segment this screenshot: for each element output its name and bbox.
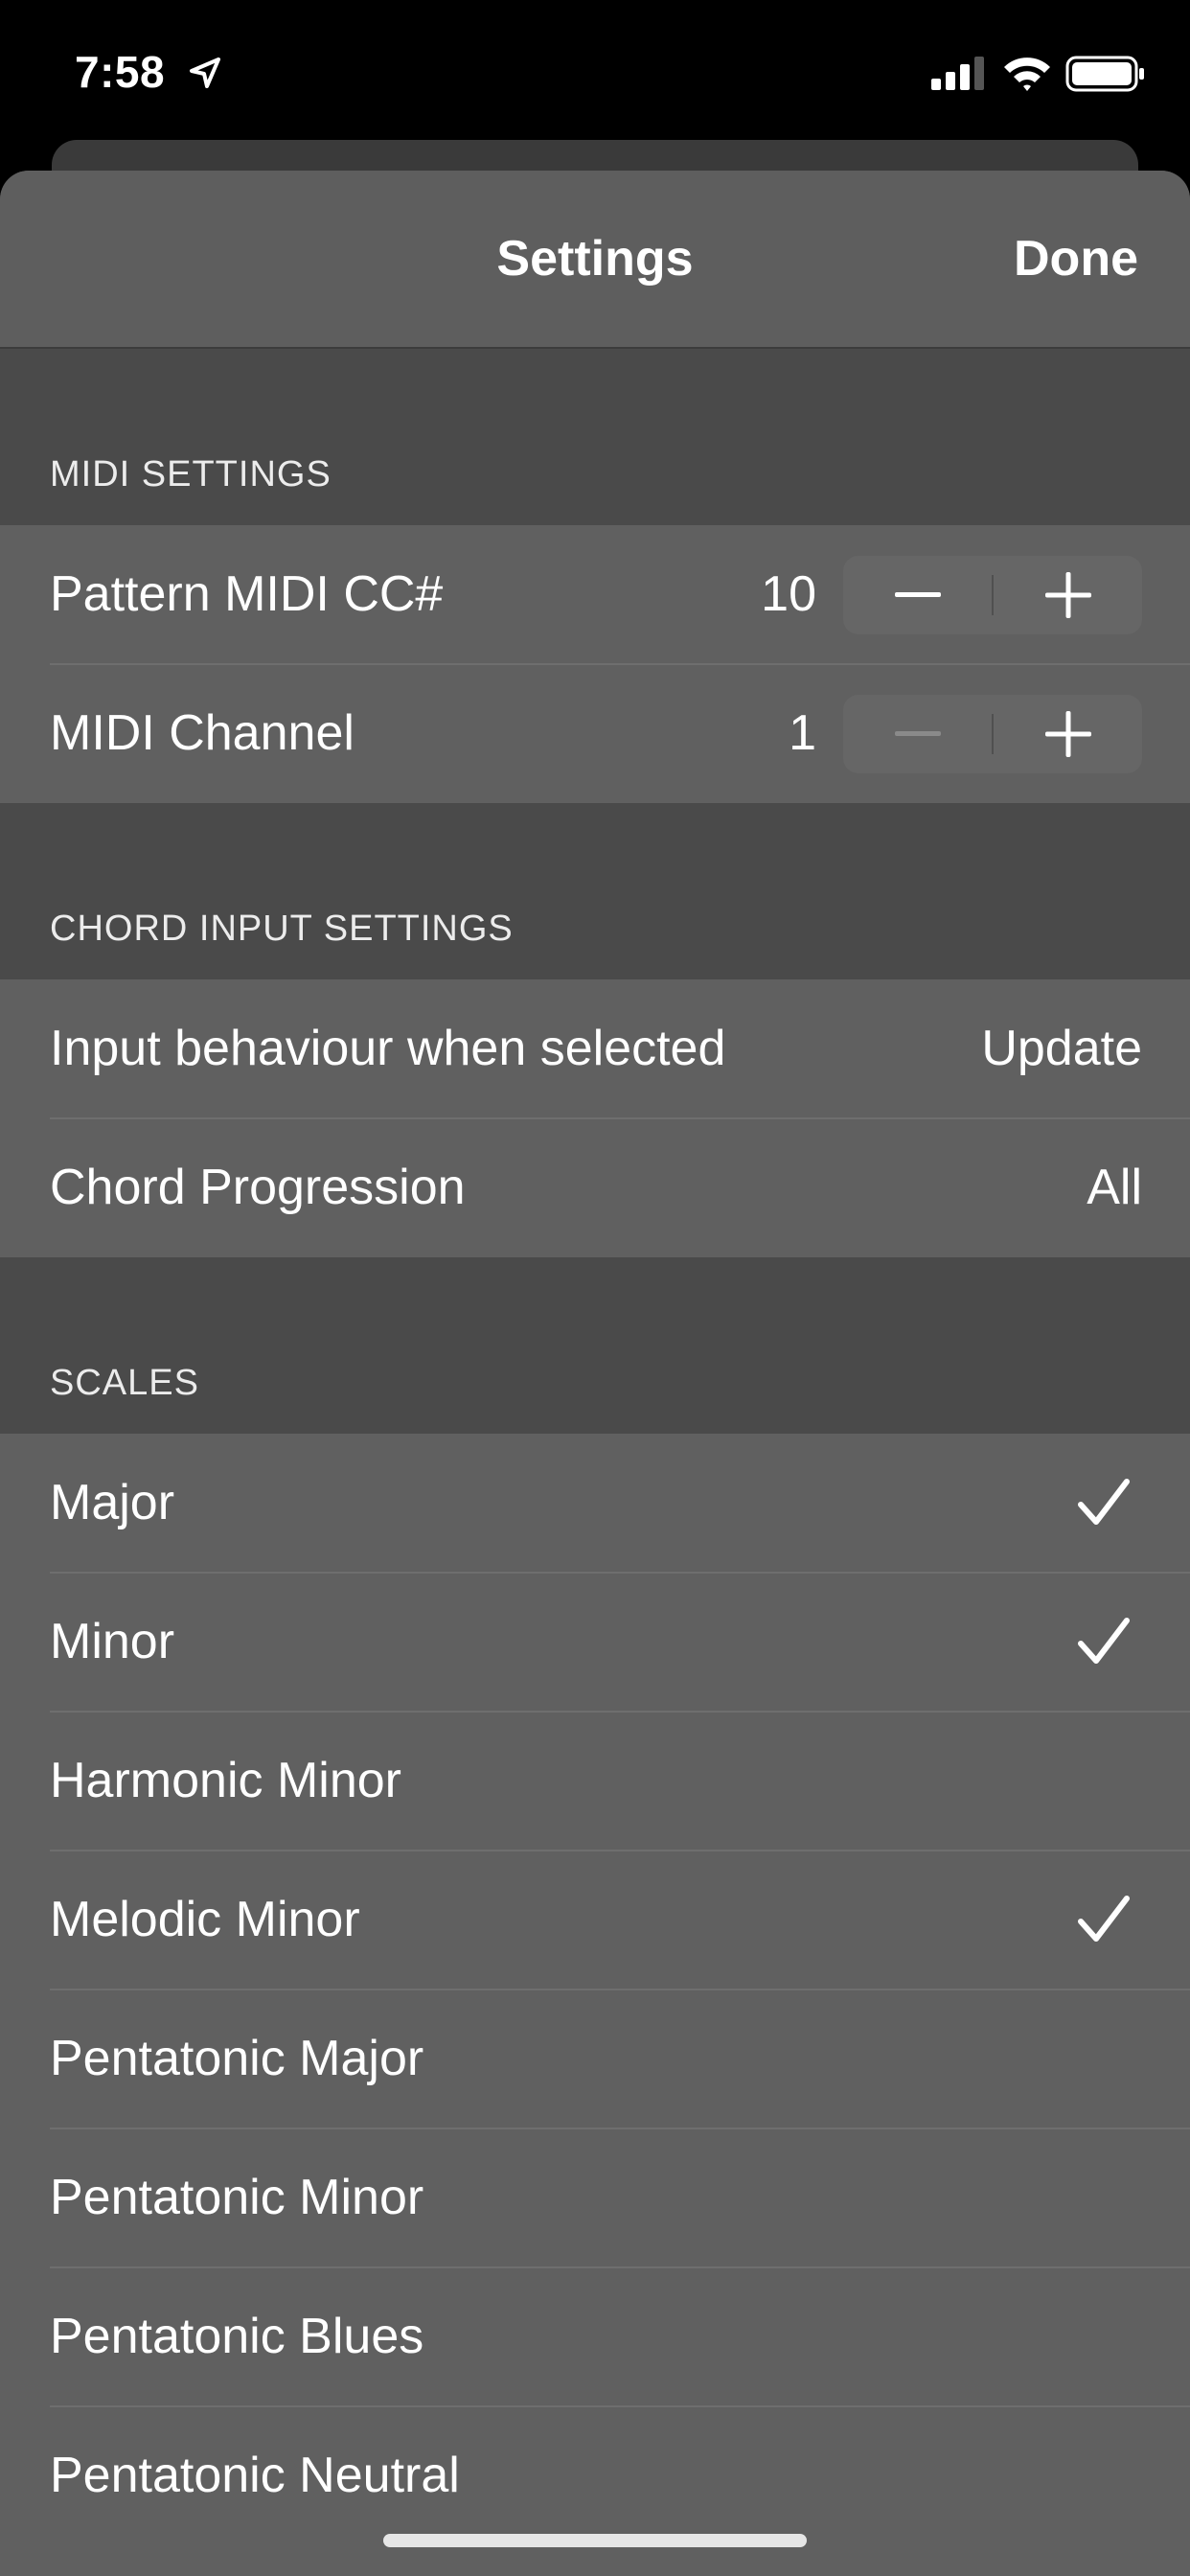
- minus-icon: [894, 592, 941, 597]
- section-header-midi: MIDI SETTINGS: [50, 454, 332, 494]
- status-time: 7:58: [75, 47, 166, 97]
- scale-label: Major: [50, 1475, 175, 1530]
- midi-channel-value: 1: [789, 705, 816, 761]
- chord-progression-value: All: [1087, 1160, 1142, 1215]
- input-behaviour-value: Update: [981, 1021, 1142, 1076]
- scale-item-pentatonic-minor[interactable]: Pentatonic Minor: [0, 2128, 1190, 2267]
- nav-bar: Settings Done: [0, 171, 1190, 349]
- plus-icon: [1044, 572, 1091, 618]
- input-behaviour-label: Input behaviour when selected: [50, 1021, 726, 1076]
- section-header-chord-input: CHORD INPUT SETTINGS: [50, 908, 514, 949]
- midi-settings-group: Pattern MIDI CC# 10 MIDI Channel 1: [0, 525, 1190, 803]
- status-bar: 7:58: [0, 0, 1190, 144]
- midi-channel-stepper: [843, 695, 1142, 773]
- chord-progression-row[interactable]: Chord Progression All: [0, 1118, 1190, 1257]
- settings-sheet: Settings Done MIDI SETTINGS Pattern MIDI…: [0, 171, 1190, 2576]
- minus-icon: [894, 731, 941, 736]
- chord-input-settings-group: Input behaviour when selected Update Cho…: [0, 979, 1190, 1257]
- page-title: Settings: [496, 231, 694, 287]
- decrement-button-disabled[interactable]: [843, 695, 992, 773]
- scale-item-pentatonic-neutral[interactable]: Pentatonic Neutral: [0, 2406, 1190, 2545]
- plus-icon: [1044, 711, 1091, 757]
- pattern-midi-cc-label: Pattern MIDI CC#: [50, 566, 444, 622]
- scale-label: Pentatonic Minor: [50, 2170, 424, 2225]
- input-behaviour-row[interactable]: Input behaviour when selected Update: [0, 979, 1190, 1118]
- decrement-button[interactable]: [843, 556, 992, 634]
- cellular-signal-icon: [931, 57, 984, 90]
- section-header-scales: SCALES: [50, 1363, 199, 1403]
- scale-item-harmonic-minor[interactable]: Harmonic Minor: [0, 1712, 1190, 1851]
- wifi-icon: [1004, 58, 1050, 91]
- midi-channel-label: MIDI Channel: [50, 705, 355, 761]
- checkmark-icon: [1078, 1618, 1130, 1664]
- increment-button[interactable]: [994, 556, 1142, 634]
- pattern-midi-cc-row: Pattern MIDI CC# 10: [0, 525, 1190, 664]
- checkmark-icon: [1078, 1896, 1130, 1942]
- checkmark-icon: [1078, 1479, 1130, 1525]
- pattern-midi-cc-value: 10: [761, 566, 816, 622]
- home-indicator[interactable]: [383, 2534, 807, 2547]
- battery-icon: [1065, 56, 1144, 92]
- increment-button[interactable]: [994, 695, 1142, 773]
- scale-label: Pentatonic Blues: [50, 2309, 424, 2364]
- scale-label: Pentatonic Major: [50, 2031, 424, 2086]
- location-arrow-icon: [190, 58, 220, 88]
- scale-item-melodic-minor[interactable]: Melodic Minor: [0, 1851, 1190, 1990]
- scale-label: Melodic Minor: [50, 1892, 360, 1947]
- scale-item-major[interactable]: Major: [0, 1434, 1190, 1573]
- done-button[interactable]: Done: [1014, 230, 1138, 288]
- pattern-midi-cc-stepper: [843, 556, 1142, 634]
- scale-label: Minor: [50, 1614, 175, 1669]
- chord-progression-label: Chord Progression: [50, 1160, 466, 1215]
- midi-channel-row: MIDI Channel 1: [0, 664, 1190, 803]
- scale-item-pentatonic-major[interactable]: Pentatonic Major: [0, 1990, 1190, 2128]
- scale-item-pentatonic-blues[interactable]: Pentatonic Blues: [0, 2267, 1190, 2406]
- scale-label: Harmonic Minor: [50, 1753, 401, 1808]
- scale-label: Pentatonic Neutral: [50, 2448, 460, 2503]
- scales-list: Major Minor Harmonic Minor Melodic Minor…: [0, 1434, 1190, 2576]
- scale-item-minor[interactable]: Minor: [0, 1573, 1190, 1712]
